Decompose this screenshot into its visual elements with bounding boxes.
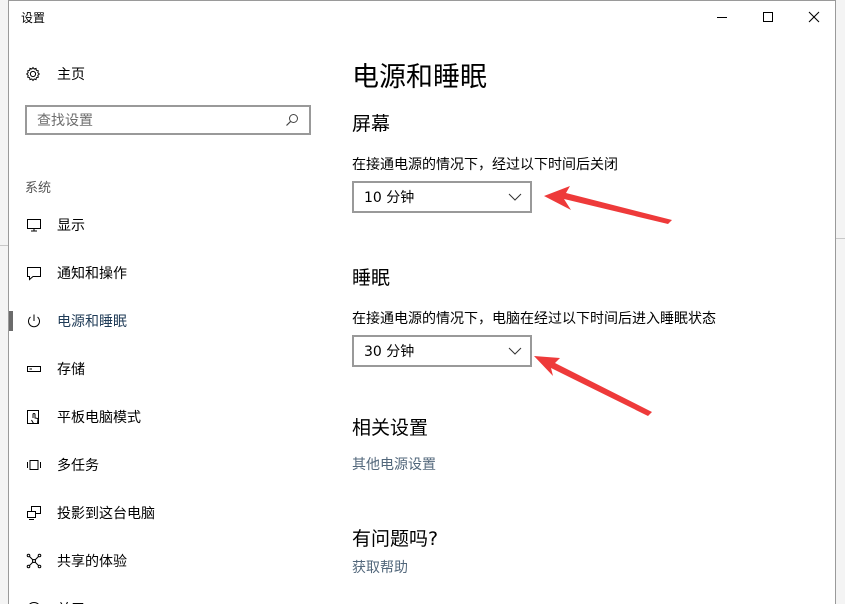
section-heading-help: 有问题吗? [352, 528, 439, 550]
section-heading-screen: 屏幕 [352, 113, 391, 135]
maximize-button[interactable] [745, 1, 791, 32]
storage-icon [25, 361, 43, 377]
search-placeholder: 查找设置 [37, 113, 93, 129]
sidebar-item-projecting[interactable]: 投影到这台电脑 [9, 493, 327, 533]
search-icon [285, 113, 301, 127]
sidebar-item-notifications[interactable]: 通知和操作 [9, 253, 327, 293]
minimize-button[interactable] [699, 1, 745, 32]
main-content: 电源和睡眠 屏幕 在接通电源的情况下，经过以下时间后关闭 10 分钟 睡眠 在接… [352, 33, 832, 604]
sidebar-item-label: 显示 [57, 218, 85, 234]
sidebar-item-label: 关于 [57, 599, 85, 604]
get-help-link[interactable]: 获取帮助 [352, 557, 408, 577]
background-window-right [836, 0, 845, 604]
sidebar-item-display[interactable]: 显示 [9, 205, 327, 245]
sidebar: 主页 查找设置 系统 显示 通知和操作 电源和睡眠 存储 平板电脑模式 多任务 … [9, 33, 327, 604]
search-input[interactable]: 查找设置 [25, 105, 311, 135]
title-bar: 设置 [9, 1, 835, 33]
sidebar-item-label: 通知和操作 [57, 266, 127, 282]
sleep-timeout-dropdown[interactable]: 30 分钟 [352, 335, 532, 367]
sidebar-item-tablet-mode[interactable]: 平板电脑模式 [9, 397, 327, 437]
chevron-down-icon [508, 193, 522, 201]
home-label: 主页 [57, 67, 85, 83]
sidebar-item-label: 电源和睡眠 [57, 314, 127, 330]
gear-icon [25, 66, 43, 82]
sidebar-item-label: 投影到这台电脑 [57, 506, 155, 522]
background-divider [0, 245, 8, 246]
projecting-icon [25, 505, 43, 521]
chevron-down-icon [508, 347, 522, 355]
multitasking-icon [25, 457, 43, 473]
sidebar-item-storage[interactable]: 存储 [9, 349, 327, 389]
screen-description: 在接通电源的情况下，经过以下时间后关闭 [352, 157, 618, 173]
dropdown-value: 30 分钟 [364, 344, 415, 360]
background-window-left [0, 0, 8, 604]
sidebar-item-power-sleep[interactable]: 电源和睡眠 [9, 301, 327, 341]
notification-icon [25, 265, 43, 281]
tablet-mode-icon [25, 409, 43, 425]
section-heading-sleep: 睡眠 [352, 267, 391, 289]
power-icon [25, 313, 43, 329]
shared-experiences-icon [25, 553, 43, 569]
section-heading-related: 相关设置 [352, 417, 429, 439]
close-button[interactable] [791, 1, 835, 32]
sidebar-item-label: 存储 [57, 362, 85, 378]
settings-window: 设置 主页 查找设置 系统 显示 通知和操作 电源和睡眠 存储 平板电脑模式 多… [8, 0, 836, 604]
sidebar-item-about[interactable]: 关于 [9, 589, 327, 604]
page-title: 电源和睡眠 [352, 62, 487, 93]
monitor-icon [25, 217, 43, 233]
sidebar-item-label: 多任务 [57, 458, 99, 474]
window-title: 设置 [21, 11, 46, 25]
dropdown-value: 10 分钟 [364, 190, 415, 206]
section-label-system: 系统 [25, 181, 52, 196]
sleep-description: 在接通电源的情况下，电脑在经过以下时间后进入睡眠状态 [352, 311, 716, 327]
background-divider [836, 238, 845, 239]
additional-power-settings-link[interactable]: 其他电源设置 [352, 454, 436, 474]
sidebar-item-label: 共享的体验 [57, 554, 127, 570]
home-nav[interactable]: 主页 [25, 63, 85, 85]
active-indicator [9, 311, 13, 331]
screen-timeout-dropdown[interactable]: 10 分钟 [352, 181, 532, 213]
sidebar-item-label: 平板电脑模式 [57, 410, 141, 426]
sidebar-item-shared-experiences[interactable]: 共享的体验 [9, 541, 327, 581]
sidebar-item-multitasking[interactable]: 多任务 [9, 445, 327, 485]
